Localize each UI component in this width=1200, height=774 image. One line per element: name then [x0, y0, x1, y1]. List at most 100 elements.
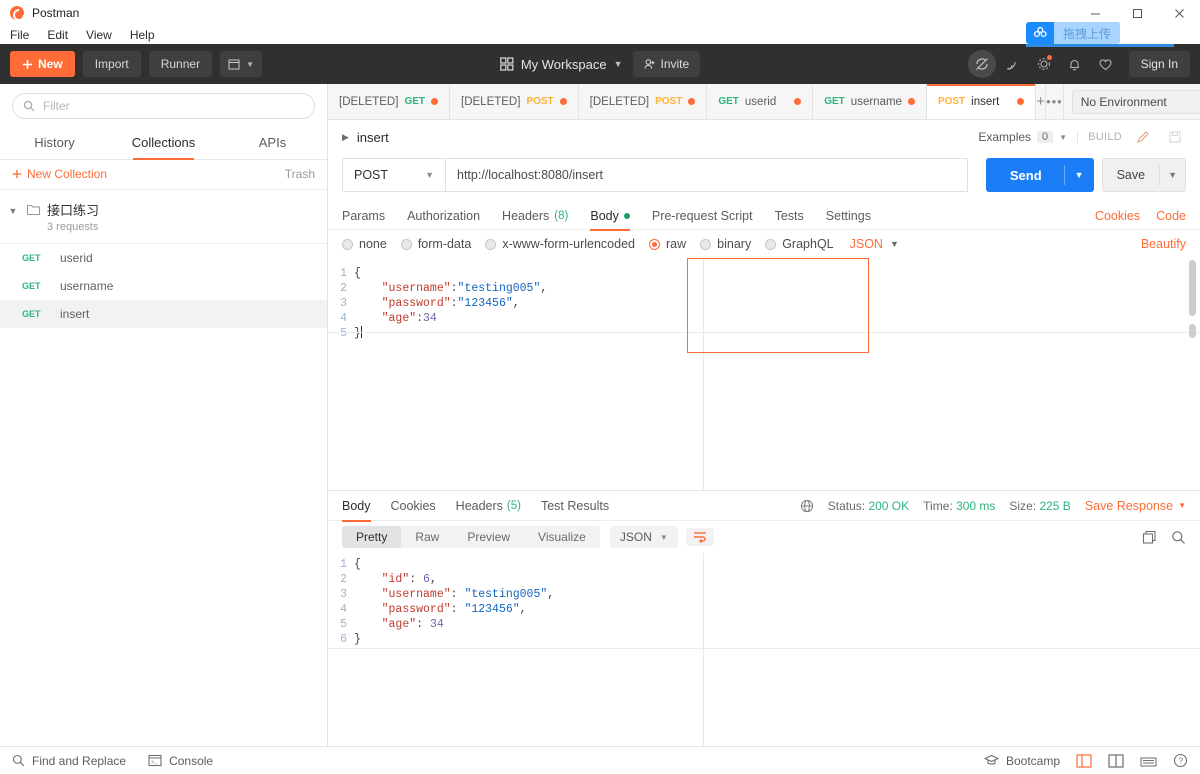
chevron-down-icon: ▼ — [1178, 501, 1186, 510]
keyboard-icon[interactable] — [1140, 754, 1157, 767]
beautify-link[interactable]: Beautify — [1141, 237, 1186, 251]
tab-collections[interactable]: Collections — [109, 127, 218, 159]
menu-file[interactable]: File — [8, 28, 31, 42]
format-raw[interactable]: Raw — [401, 526, 453, 548]
tab-apis[interactable]: APIs — [218, 127, 327, 159]
send-button[interactable]: Send ▼ — [986, 158, 1094, 192]
request-code-area[interactable]: 1 2 3 4 5 { "username":"testing005", "pa… — [328, 258, 1200, 490]
help-icon[interactable]: ? — [1173, 753, 1188, 768]
body-type-urlencoded[interactable]: x-www-form-urlencoded — [485, 237, 635, 251]
request-name-row: ▶ insert Examples 0 ▼ BUILD — [328, 120, 1200, 154]
globe-icon[interactable] — [800, 499, 814, 513]
request-tab-deleted-get[interactable]: [DELETED] GET — [328, 84, 450, 119]
environment-select[interactable]: No Environment ▼ — [1072, 90, 1200, 114]
tab-method: POST — [526, 96, 553, 107]
body-type-form-data[interactable]: form-data — [401, 237, 472, 251]
two-pane-layout-icon[interactable] — [1076, 754, 1092, 768]
new-collection-button[interactable]: New Collection — [12, 167, 107, 181]
new-window-button[interactable]: ▼ — [220, 51, 262, 77]
gear-icon[interactable] — [1030, 50, 1058, 78]
menu-edit[interactable]: Edit — [45, 28, 70, 42]
workspace-button[interactable]: My Workspace ▼ — [500, 57, 623, 72]
tab-more-button[interactable]: ••• — [1046, 84, 1064, 119]
save-button[interactable]: Save ▼ — [1102, 158, 1186, 192]
response-tab-cookies[interactable]: Cookies — [391, 491, 436, 521]
request-scrollbar-thumb-2[interactable] — [1189, 324, 1196, 338]
trash-link[interactable]: Trash — [285, 167, 315, 181]
request-name: userid — [60, 251, 93, 265]
console-button[interactable]: >_ Console — [148, 754, 213, 768]
invite-button[interactable]: Invite — [632, 51, 700, 77]
edit-pencil-icon[interactable] — [1132, 126, 1154, 148]
tab-history[interactable]: History — [0, 127, 109, 159]
copy-icon[interactable] — [1142, 530, 1157, 545]
body-type-graphql[interactable]: GraphQL — [765, 237, 833, 251]
save-response-button[interactable]: Save Response ▼ — [1085, 499, 1186, 513]
request-body-editor[interactable]: 1 2 3 4 5 { "username":"testing005", "pa… — [328, 258, 1200, 490]
response-format-select[interactable]: JSON ▼ — [610, 526, 678, 548]
save-chevron-down-icon[interactable]: ▼ — [1159, 164, 1185, 186]
sidebar-request-insert[interactable]: GET insert — [0, 300, 327, 328]
bell-icon[interactable] — [1061, 50, 1089, 78]
method-select[interactable]: POST ▼ — [342, 158, 445, 192]
baidu-upload-overlay[interactable]: 拖拽上传 — [1026, 22, 1120, 44]
collection-item[interactable]: ▼ 接口练习 3 requests — [0, 190, 327, 244]
import-button[interactable]: Import — [83, 51, 141, 77]
request-scrollbar-thumb[interactable] — [1189, 260, 1196, 316]
heart-icon[interactable] — [1092, 50, 1120, 78]
tab-settings[interactable]: Settings — [826, 202, 871, 230]
tab-authorization[interactable]: Authorization — [407, 202, 480, 230]
runner-button[interactable]: Runner — [149, 51, 212, 77]
save-disk-icon[interactable] — [1164, 126, 1186, 148]
satellite-icon[interactable] — [999, 50, 1027, 78]
folder-icon — [26, 200, 41, 217]
tab-tests[interactable]: Tests — [775, 202, 804, 230]
body-type-raw[interactable]: raw — [649, 237, 686, 251]
request-tab-insert[interactable]: POST insert — [927, 84, 1036, 119]
response-tab-headers[interactable]: Headers (5) — [456, 491, 521, 521]
format-visualize[interactable]: Visualize — [524, 526, 600, 548]
search-input[interactable]: Filter — [12, 93, 315, 119]
sidebar-request-userid[interactable]: GET userid — [0, 244, 327, 272]
raw-format-select[interactable]: JSON ▼ — [850, 237, 899, 251]
wrap-lines-icon[interactable] — [686, 528, 714, 546]
tab-body[interactable]: Body — [590, 202, 630, 230]
cookies-link[interactable]: Cookies — [1095, 209, 1140, 223]
tab-params[interactable]: Params — [342, 202, 385, 230]
body-type-binary[interactable]: binary — [700, 237, 751, 251]
close-icon[interactable] — [1158, 0, 1200, 26]
chevron-down-icon[interactable]: ▼ — [6, 200, 20, 216]
bootcamp-button[interactable]: Bootcamp — [984, 754, 1060, 768]
format-preview[interactable]: Preview — [453, 526, 524, 548]
body-type-none[interactable]: none — [342, 237, 387, 251]
tab-pre-request-script[interactable]: Pre-request Script — [652, 202, 753, 230]
sidebar-request-username[interactable]: GET username — [0, 272, 327, 300]
new-button[interactable]: New — [10, 51, 75, 77]
chevron-right-icon[interactable]: ▶ — [342, 132, 349, 143]
find-and-replace-button[interactable]: Find and Replace — [12, 754, 126, 768]
tab-headers[interactable]: Headers (8) — [502, 202, 568, 230]
response-tab-body[interactable]: Body — [342, 491, 371, 521]
sync-off-icon[interactable] — [968, 50, 996, 78]
examples-dropdown[interactable]: Examples 0 ▼ — [978, 130, 1067, 144]
split-layout-icon[interactable] — [1108, 754, 1124, 768]
code-link[interactable]: Code — [1156, 209, 1186, 223]
format-pretty[interactable]: Pretty — [342, 526, 401, 548]
search-icon[interactable] — [1171, 530, 1186, 545]
maximize-icon[interactable] — [1116, 0, 1158, 26]
url-input[interactable]: http://localhost:8080/insert — [445, 158, 968, 192]
add-tab-button[interactable]: + — [1036, 84, 1046, 119]
response-body-area[interactable]: 1 2 3 4 5 6 { "id": 6, "username": "test… — [328, 553, 1200, 746]
request-tab-userid[interactable]: GET userid — [707, 84, 813, 119]
request-tab-username[interactable]: GET username — [813, 84, 927, 119]
sign-in-button[interactable]: Sign In — [1129, 51, 1190, 77]
menu-help[interactable]: Help — [128, 28, 157, 42]
time-badge: Time: 300 ms — [923, 499, 995, 513]
search-placeholder: Filter — [43, 99, 70, 113]
request-tab-deleted-post-2[interactable]: [DELETED] POST — [579, 84, 708, 119]
menu-view[interactable]: View — [84, 28, 114, 42]
response-tab-test-results[interactable]: Test Results — [541, 491, 609, 521]
send-chevron-down-icon[interactable]: ▼ — [1064, 165, 1094, 185]
request-tab-deleted-post-1[interactable]: [DELETED] POST — [450, 84, 579, 119]
build-label[interactable]: BUILD — [1077, 131, 1122, 143]
